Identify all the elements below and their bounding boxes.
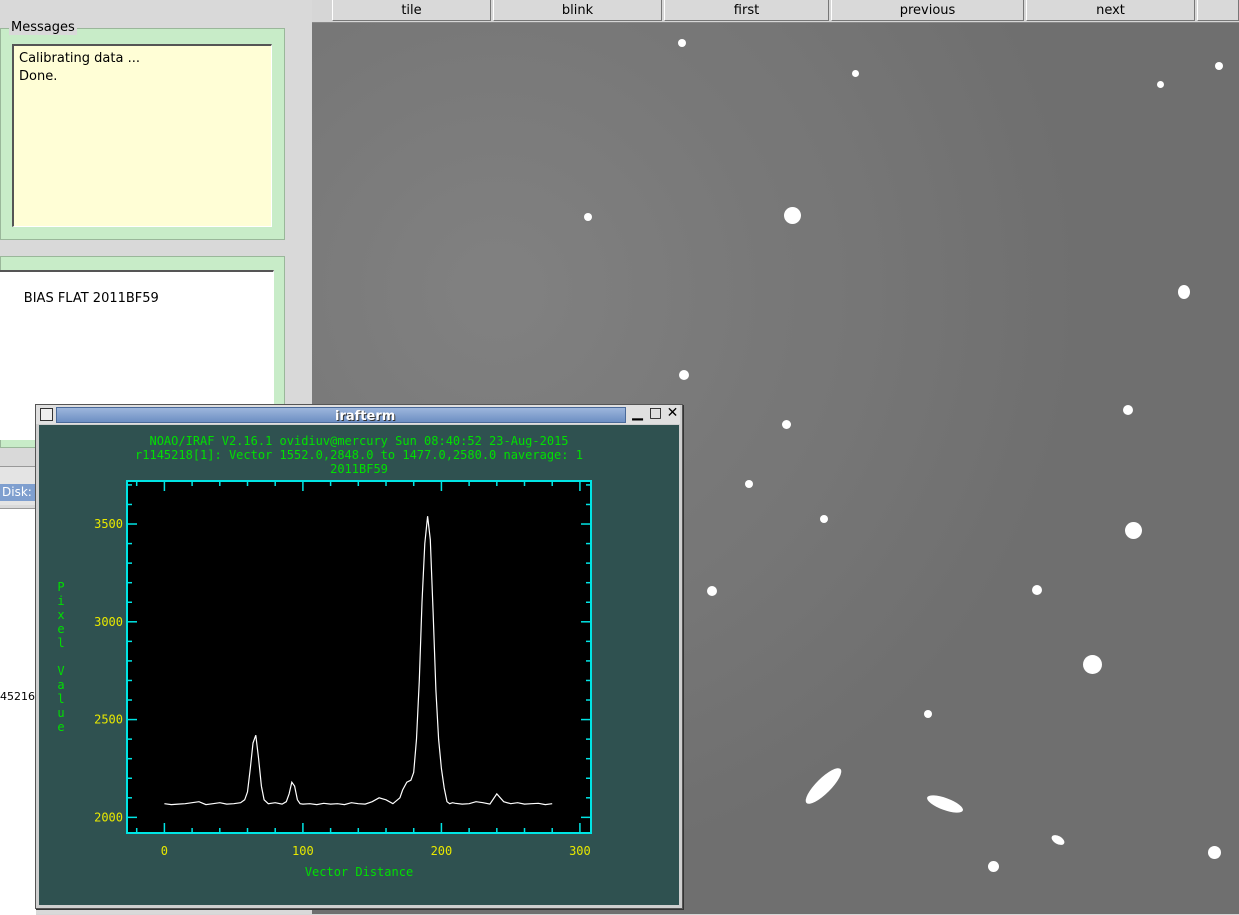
y-tick-label: 2500 — [94, 713, 123, 727]
star — [1215, 62, 1223, 70]
title-bar[interactable]: irafterm — [56, 407, 626, 424]
x-tick-label: 100 — [292, 844, 314, 858]
minimize-icon[interactable]: ▁ — [630, 406, 645, 421]
message-line: Calibrating data ... — [19, 51, 140, 66]
messages-group: Messages Calibrating data ... Done. — [0, 20, 285, 240]
plot-header: NOAO/IRAF V2.16.1 ovidiuv@mercury Sun 08… — [135, 434, 583, 476]
y-axis-label-char: l — [57, 692, 64, 706]
window-titlebar[interactable]: irafterm ▁ □ ✕ — [36, 405, 680, 424]
star — [1157, 81, 1164, 88]
star — [1178, 285, 1190, 299]
window-menu-icon[interactable] — [40, 408, 53, 421]
messages-title: Messages — [9, 20, 77, 35]
star — [745, 480, 753, 488]
star — [820, 515, 828, 523]
y-axis-label-char: u — [57, 706, 64, 720]
star — [924, 710, 932, 718]
y-tick-label: 2000 — [94, 810, 123, 824]
star — [1125, 522, 1142, 539]
y-axis-label-char: e — [57, 622, 64, 636]
star — [784, 207, 801, 224]
irafterm-window[interactable]: irafterm ▁ □ ✕ NOAO/IRAF V2.16.1 ovidiuv… — [35, 404, 683, 909]
fragment-number: 45216 — [0, 690, 35, 703]
file-list-item[interactable]: BIAS FLAT 2011BF59 — [24, 291, 159, 306]
messages-box[interactable]: Calibrating data ... Done. — [12, 44, 272, 227]
star — [584, 213, 592, 221]
log-panel: 45216 — [0, 508, 36, 915]
star — [988, 861, 999, 872]
first-button[interactable]: first — [664, 0, 829, 21]
plot-frame — [126, 480, 592, 834]
previous-button[interactable]: previous — [831, 0, 1024, 21]
extra-toolbar-button[interactable] — [1197, 0, 1239, 21]
star — [1208, 846, 1221, 859]
y-axis-label-char: l — [57, 636, 64, 650]
plot-header-line: r1145218[1]: Vector 1552.0,2848.0 to 147… — [135, 448, 583, 462]
window-title: irafterm — [335, 409, 396, 424]
next-button[interactable]: next — [1026, 0, 1195, 21]
star — [782, 420, 791, 429]
y-axis-label-char: P — [57, 580, 64, 594]
x-tick-label: 300 — [569, 844, 591, 858]
close-icon[interactable]: ✕ — [665, 406, 680, 421]
star — [678, 39, 686, 47]
y-axis-label-char: V — [57, 664, 64, 678]
x-axis-label: Vector Distance — [305, 865, 413, 879]
star — [707, 586, 717, 596]
y-tick-label: 3000 — [94, 615, 123, 629]
plot-area: NOAO/IRAF V2.16.1 ovidiuv@mercury Sun 08… — [39, 425, 679, 905]
star — [1123, 405, 1133, 415]
plot-header-line: 2011BF59 — [330, 462, 388, 476]
message-line: Done. — [19, 69, 58, 84]
y-tick-label: 3500 — [94, 517, 123, 531]
x-tick-label: 200 — [431, 844, 453, 858]
tile-button[interactable]: tile — [332, 0, 491, 21]
star — [1083, 655, 1102, 674]
image-toolbar: tile blink first previous next — [312, 0, 1239, 23]
y-axis-label: PixelValue — [57, 580, 64, 734]
y-axis-label-char: x — [57, 608, 64, 622]
y-axis-label-char: a — [57, 678, 64, 692]
plot-header-line: NOAO/IRAF V2.16.1 ovidiuv@mercury Sun 08… — [149, 434, 568, 448]
star — [1032, 585, 1042, 595]
x-tick-label: 0 — [161, 844, 168, 858]
y-axis-label-char: i — [57, 594, 64, 608]
star — [852, 70, 859, 77]
y-axis-label-char: e — [57, 720, 64, 734]
blink-button[interactable]: blink — [493, 0, 662, 21]
maximize-icon[interactable]: □ — [648, 406, 663, 421]
star — [679, 370, 689, 380]
vector-plot: NOAO/IRAF V2.16.1 ovidiuv@mercury Sun 08… — [57, 434, 592, 879]
